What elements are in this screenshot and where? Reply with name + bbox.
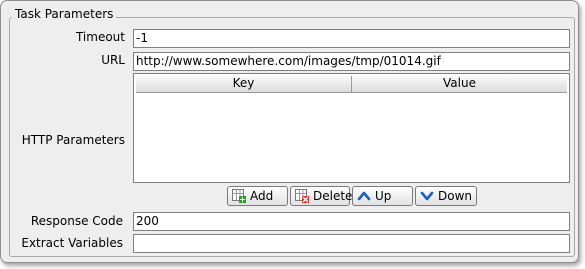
http-parameters-label: HTTP Parameters [21,133,125,147]
timeout-label: Timeout [75,30,125,44]
down-arrow-icon [420,189,434,203]
url-field[interactable]: http://www.somewhere.com/images/tmp/0101… [133,52,570,71]
up-button[interactable]: Up [352,186,413,206]
add-button[interactable]: Add [227,186,288,206]
column-header-key[interactable]: Key [136,76,352,92]
group-title: Task Parameters [12,7,117,21]
extract-variables-field[interactable] [133,234,570,253]
delete-button[interactable]: Delete [290,186,353,206]
add-button-label: Add [250,189,274,203]
extract-variables-label: Extract Variables [21,236,123,250]
delete-row-icon [295,189,309,203]
table-header: Key Value [136,76,567,93]
response-code-label: Response Code [30,214,123,228]
task-parameters-window: Task Parameters Timeout -1 URL http://ww… [0,0,579,263]
up-arrow-icon [357,189,371,203]
timeout-field[interactable]: -1 [133,29,570,48]
column-header-value[interactable]: Value [352,76,567,92]
delete-button-label: Delete [313,189,353,203]
down-button-label: Down [438,189,473,203]
http-parameters-table[interactable]: Key Value [133,73,570,183]
up-button-label: Up [375,189,392,203]
down-button[interactable]: Down [415,186,477,206]
add-row-icon [232,189,246,203]
url-label: URL [101,53,125,67]
response-code-field[interactable]: 200 [133,212,570,231]
